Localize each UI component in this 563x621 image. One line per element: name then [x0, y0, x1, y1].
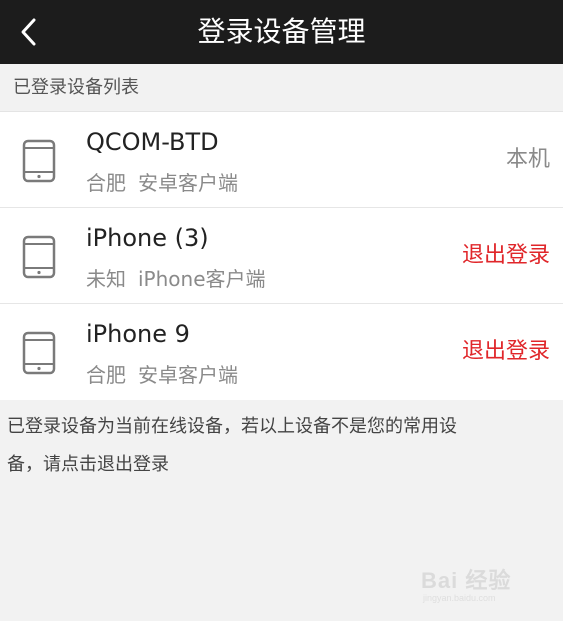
- footer-note: 已登录设备为当前在线设备，若以上设备不是您的常用设备，请点击退出登录: [7, 416, 457, 475]
- section-title: 已登录设备列表: [13, 77, 139, 98]
- device-meta: 合肥 安卓客户端: [86, 167, 238, 196]
- page-title: 登录设备管理: [197, 15, 366, 48]
- device-name: iPhone 9: [86, 320, 190, 348]
- nav-bar: 登录设备管理: [0, 0, 563, 64]
- logout-button[interactable]: 退出登录: [462, 304, 550, 400]
- device-name: iPhone (3): [86, 224, 209, 252]
- device-client: 安卓客户端: [138, 363, 238, 387]
- phone-icon: [22, 331, 56, 375]
- device-name: QCOM-BTD: [86, 128, 219, 156]
- device-client: 安卓客户端: [138, 171, 238, 195]
- device-meta: 合肥 安卓客户端: [86, 359, 238, 388]
- logout-button[interactable]: 退出登录: [462, 208, 550, 304]
- device-list: QCOM-BTD 合肥 安卓客户端 本机 iPhone (3) 未知 iPhone客…: [0, 112, 563, 400]
- device-location: 未知: [86, 267, 126, 291]
- device-meta: 未知 iPhone客户端: [86, 263, 266, 292]
- device-row: iPhone 9 合肥 安卓客户端 退出登录: [0, 304, 563, 400]
- section-header: 已登录设备列表: [0, 64, 563, 112]
- watermark-brand: Bai 经验: [421, 568, 512, 593]
- watermark: Bai 经验 jingyan.baidu.com: [411, 557, 541, 607]
- watermark-url: jingyan.baidu.com: [423, 593, 496, 603]
- phone-icon: [22, 139, 56, 183]
- device-client: iPhone客户端: [138, 267, 266, 291]
- device-location: 合肥: [86, 363, 126, 387]
- device-location: 合肥: [86, 171, 126, 195]
- device-row: QCOM-BTD 合肥 安卓客户端 本机: [0, 112, 563, 208]
- current-device-label: 本机: [505, 147, 550, 172]
- phone-icon: [22, 235, 56, 279]
- device-row: iPhone (3) 未知 iPhone客户端 退出登录: [0, 208, 563, 304]
- device-management-screen: 登录设备管理 已登录设备列表 QCOM-BTD 合肥 安卓客户端 本机 iPho…: [0, 0, 563, 621]
